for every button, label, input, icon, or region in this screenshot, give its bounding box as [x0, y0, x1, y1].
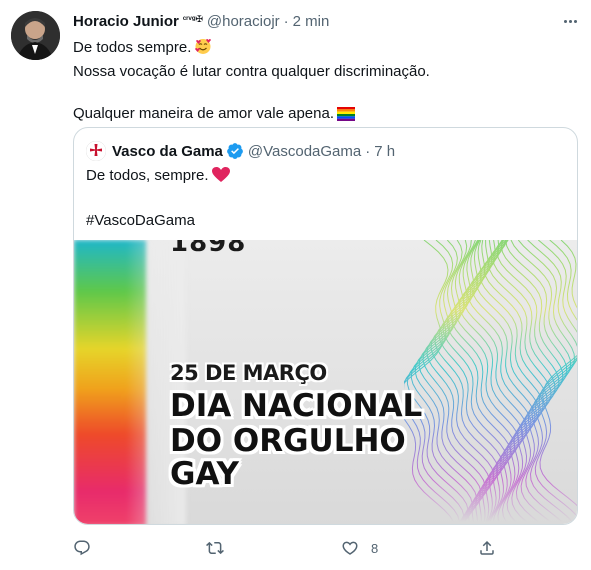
- rainbow-flag-emoji: [337, 106, 355, 127]
- tweet-actions: 8: [73, 536, 503, 560]
- tweet-time[interactable]: 2 min: [293, 13, 330, 30]
- author-handle[interactable]: @horaciojr: [207, 13, 280, 30]
- media-headline-line-1: DIA NACIONAL: [170, 388, 423, 424]
- cross-of-christ-icon[interactable]: [86, 141, 106, 161]
- separator-dot: ·: [365, 142, 371, 160]
- media-date: 25 DE MARÇO: [170, 361, 327, 385]
- tweet-line: Qualquer maneira de amor vale apena.: [73, 103, 578, 127]
- reply-icon: [74, 540, 90, 556]
- more-horizontal-icon[interactable]: [563, 14, 577, 28]
- quoted-author-name[interactable]: Vasco da Gama: [112, 143, 223, 160]
- verified-badge-icon: [226, 142, 244, 160]
- share-button[interactable]: [478, 536, 496, 560]
- quoted-tweet-line: De todos, sempre.: [86, 165, 566, 189]
- media-top-text: 1898: [170, 240, 247, 258]
- author-name-badge: ᶜʳᵛᵍ✠: [182, 13, 203, 24]
- tweet-line: De todos sempre.: [73, 37, 578, 61]
- quoted-tweet-header: Vasco da Gama @VascodaGama · 7 h: [86, 141, 395, 161]
- quoted-tweet-time[interactable]: 7 h: [374, 143, 395, 160]
- separator-dot: ·: [283, 12, 289, 30]
- smiling-face-with-hearts-emoji: [194, 37, 212, 61]
- quoted-tweet[interactable]: Vasco da Gama @VascodaGama · 7 h De todo…: [73, 127, 578, 525]
- tweet-line: [73, 82, 578, 103]
- retweet-icon: [206, 541, 224, 555]
- author-name[interactable]: Horacio Junior: [73, 13, 179, 30]
- share-icon: [480, 540, 494, 555]
- quoted-author-handle[interactable]: @VascodaGama: [248, 143, 361, 160]
- quoted-tweet-line[interactable]: #VascoDaGama: [86, 210, 566, 231]
- tweet-line: Nossa vocação é lutar contra qualquer di…: [73, 63, 430, 80]
- tweet-text: De todos sempre. Nossa vocação é lutar c…: [73, 37, 578, 127]
- retweet-button[interactable]: [206, 536, 224, 560]
- media-headline-line-3: GAY: [170, 456, 239, 492]
- tweet[interactable]: Horacio Junior ᶜʳᵛᵍ✠ @horaciojr · 2 min …: [0, 0, 591, 570]
- tweet-header: Horacio Junior ᶜʳᵛᵍ✠ @horaciojr · 2 min: [73, 11, 579, 31]
- like-count: 8: [371, 540, 379, 556]
- quoted-tweet-line: [86, 189, 566, 210]
- quoted-tweet-text: De todos, sempre. #VascoDaGama: [86, 165, 566, 231]
- author-avatar[interactable]: [11, 11, 60, 60]
- media-headline-line-2: DO ORGULHO: [170, 423, 406, 459]
- quoted-tweet-image[interactable]: 1898 25 DE MARÇO DIA NACIONAL DO ORGULHO…: [74, 240, 577, 524]
- reply-button[interactable]: [73, 536, 91, 560]
- rainbow-wave-lines: [404, 240, 577, 523]
- rainbow-gradient-bar: [74, 240, 186, 524]
- heart-icon: [342, 541, 358, 555]
- like-button[interactable]: 8: [341, 536, 378, 560]
- red-heart-emoji: [211, 167, 230, 189]
